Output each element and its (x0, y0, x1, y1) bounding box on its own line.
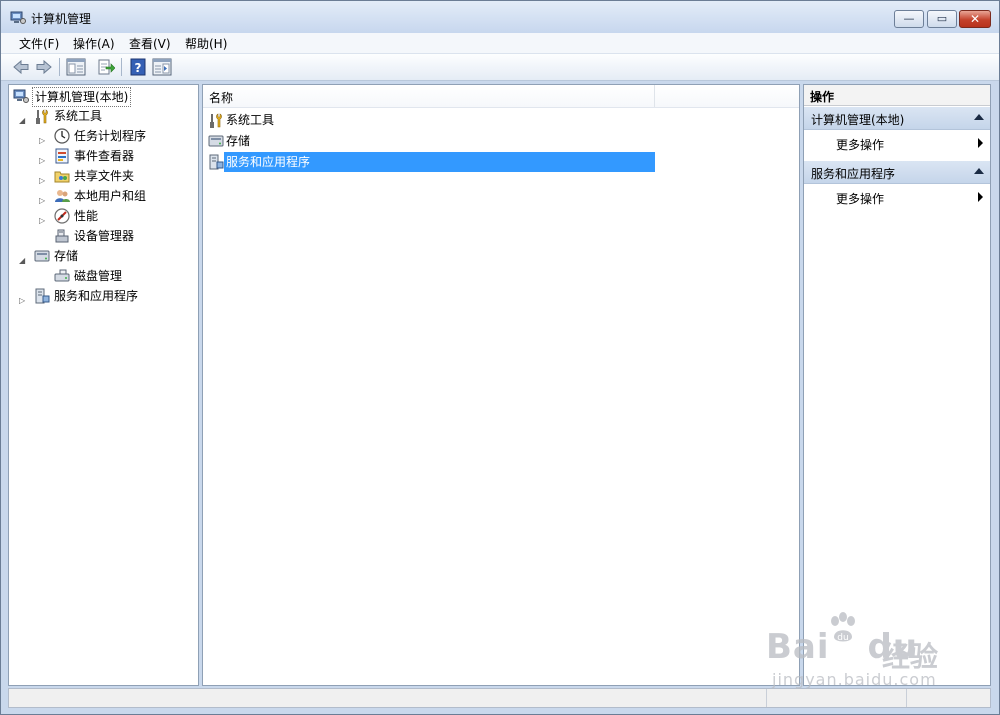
tools-icon (36, 109, 48, 124)
toolbar-separator (121, 58, 122, 76)
action-group-services-and-applications[interactable]: 服务和应用程序 (804, 161, 990, 184)
maximize-button[interactable]: ▭ (927, 10, 957, 28)
action-group-computer-management[interactable]: 计算机管理(本地) (804, 107, 990, 130)
clock-icon (54, 128, 70, 144)
collapse-up-arrow-icon[interactable] (974, 168, 984, 174)
list-item[interactable]: 存储 (203, 131, 655, 151)
maximize-icon: ▭ (936, 12, 948, 25)
event-viewer-icon (55, 148, 69, 164)
services-icon (209, 154, 224, 170)
action-more-actions[interactable]: 更多操作 (804, 133, 990, 153)
show-hide-tree-icon[interactable] (66, 58, 86, 76)
tree-item-label: 本地用户和组 (74, 189, 147, 203)
tree-item[interactable]: ▷ 服务和应用程序 (9, 287, 197, 305)
computer-management-icon (13, 89, 29, 103)
export-list-icon[interactable] (97, 58, 115, 76)
baidu-jingyan-watermark: du Bai du 经验 jingyan.baidu.com (766, 607, 956, 693)
tree-item-label: 事件查看器 (74, 149, 135, 163)
tree-item[interactable]: ▷ 任务计划程序 (9, 127, 197, 145)
window-title: 计算机管理 (31, 12, 92, 26)
action-item-label: 更多操作 (836, 138, 885, 152)
list-item-label: 服务和应用程序 (224, 152, 655, 172)
column-header-label: 名称 (209, 91, 234, 105)
tree-item-label: 系统工具 (54, 109, 103, 123)
tree-item[interactable]: ◢ 系统工具 (9, 107, 197, 125)
action-group-title: 服务和应用程序 (811, 167, 896, 181)
tree-item-label: 任务计划程序 (74, 129, 147, 143)
actions-pane: 操作 计算机管理(本地) 更多操作 服务和应用程序 更多操作 (803, 84, 991, 686)
tree-item[interactable]: ▷ 共享文件夹 (9, 167, 197, 185)
tools-icon (210, 113, 222, 128)
forward-arrow-icon[interactable] (35, 58, 53, 76)
users-icon (55, 190, 70, 202)
toolbar-separator (59, 58, 60, 76)
console-tree-pane[interactable]: 计算机管理(本地) ◢ 系统工具 ▷ 任务计划程序 ▷ 事件查看器 ▷ 共享文件夹 ▷ 本地用户和… (8, 84, 199, 686)
tree-item[interactable]: ▷ 本地用户和组 (9, 187, 197, 205)
performance-icon (54, 208, 70, 224)
tree-item-label: 磁盘管理 (74, 269, 123, 283)
tree-item[interactable]: ▷ 性能 (9, 207, 197, 225)
tree-item[interactable]: ▷ 事件查看器 (9, 147, 197, 165)
action-item-label: 更多操作 (836, 192, 885, 206)
list-item-label: 系统工具 (226, 113, 275, 127)
storage-icon (208, 135, 224, 147)
device-manager-icon (55, 229, 69, 243)
tree-item[interactable]: ◢ 存储 (9, 247, 197, 265)
disk-icon (54, 269, 70, 282)
shared-folder-icon (54, 171, 70, 183)
tree-item-label: 设备管理器 (74, 229, 135, 243)
help-icon[interactable]: ? (129, 58, 147, 76)
watermark-cn: 经验 (882, 640, 939, 673)
title-bar[interactable]: 计算机管理 — ▭ ✕ (1, 1, 999, 33)
submenu-arrow-icon (978, 138, 983, 148)
action-group-title: 计算机管理(本地) (811, 113, 905, 127)
tree-item-label: 性能 (74, 209, 99, 223)
collapse-up-arrow-icon[interactable] (974, 114, 984, 120)
tree-item[interactable]: 磁盘管理 (9, 267, 197, 285)
svg-text:?: ? (135, 61, 142, 75)
menu-file[interactable]: 文件(F) (19, 35, 59, 52)
services-icon (35, 288, 50, 304)
tree-item[interactable]: 设备管理器 (9, 227, 197, 245)
action-more-actions[interactable]: 更多操作 (804, 187, 990, 207)
tree-item-label: 计算机管理(本地) (32, 87, 132, 107)
close-button[interactable]: ✕ (959, 10, 991, 28)
tree-item-label: 服务和应用程序 (54, 289, 139, 303)
tree-item-label: 存储 (54, 249, 79, 263)
toolbar: ? (1, 54, 999, 81)
menu-view[interactable]: 查看(V) (129, 35, 171, 52)
back-arrow-icon[interactable] (12, 58, 30, 76)
show-hide-action-pane-icon[interactable] (152, 58, 172, 76)
column-header-name[interactable]: 名称 (203, 85, 799, 108)
menu-help[interactable]: 帮助(H) (185, 35, 227, 52)
list-item[interactable]: 系统工具 (203, 110, 655, 130)
tree-collapsed-arrow-icon[interactable]: ▷ (19, 292, 25, 310)
actions-pane-header: 操作 (804, 85, 990, 106)
list-item-label: 存储 (226, 134, 251, 148)
list-item[interactable]: 服务和应用程序 (203, 152, 655, 172)
menu-action[interactable]: 操作(A) (73, 35, 115, 52)
submenu-arrow-icon (978, 192, 983, 202)
watermark-brand-part: Bai (766, 627, 830, 667)
menu-bar: 文件(F) 操作(A) 查看(V) 帮助(H) (1, 33, 999, 54)
minimize-icon: — (903, 12, 915, 25)
column-divider[interactable] (654, 85, 655, 107)
tree-item-root[interactable]: 计算机管理(本地) (13, 87, 193, 107)
minimize-button[interactable]: — (894, 10, 924, 28)
watermark-url: jingyan.baidu.com (772, 670, 937, 689)
close-icon: ✕ (969, 12, 981, 26)
storage-icon (34, 250, 50, 262)
computer-management-window: 计算机管理 — ▭ ✕ 文件(F) 操作(A) 查看(V) 帮助(H) ? 计算… (0, 0, 1000, 715)
details-pane[interactable]: 名称 系统工具存储服务和应用程序 (202, 84, 800, 686)
computer-management-icon (10, 11, 26, 24)
tree-item-label: 共享文件夹 (74, 169, 135, 183)
actions-title: 操作 (810, 90, 835, 104)
